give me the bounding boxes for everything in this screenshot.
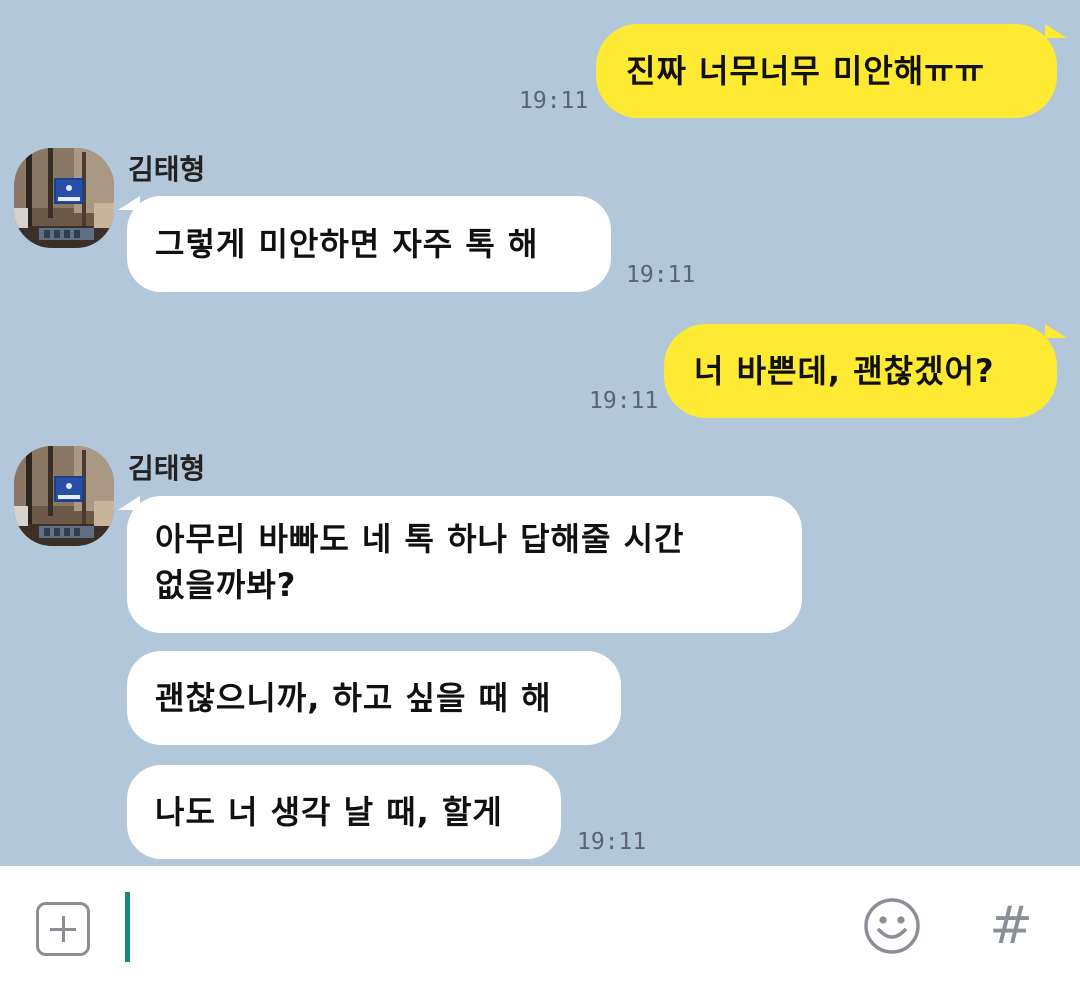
their-message-bubble[interactable]: 나도 너 생각 날 때, 할게	[127, 765, 561, 859]
message-time: 19:11	[577, 829, 647, 855]
avatar-image	[14, 446, 114, 546]
message-text: 나도 너 생각 날 때, 할게	[155, 793, 503, 831]
message-text: 그렇게 미안하면 자주 톡 해	[155, 225, 539, 263]
message-text-line: 아무리 바빠도 네 톡 하나 답해줄 시간	[155, 520, 685, 558]
text-cursor	[125, 892, 130, 962]
hash-icon[interactable]: #	[986, 896, 1036, 956]
smiley-icon[interactable]	[862, 896, 922, 956]
message-time: 19:11	[626, 262, 696, 288]
avatar[interactable]	[14, 446, 114, 546]
message-text-line: 없을까봐?	[155, 566, 297, 604]
sender-name: 김태형	[128, 452, 206, 485]
sender-name: 김태형	[128, 153, 206, 186]
their-message-bubble[interactable]: 아무리 바빠도 네 톡 하나 답해줄 시간 없을까봐?	[127, 496, 802, 633]
bubble-tail	[1045, 24, 1067, 38]
their-message-bubble[interactable]: 그렇게 미안하면 자주 톡 해	[127, 196, 611, 292]
avatar[interactable]	[14, 148, 114, 248]
their-message-bubble[interactable]: 괜찮으니까, 하고 싶을 때 해	[127, 651, 621, 745]
bubble-tail	[1045, 324, 1067, 338]
chat-area[interactable]: 진짜 너무너무 미안해ㅠㅠ 19:11 김태형 그렇게 미안하면 자주 톡 해 …	[0, 0, 1080, 866]
plus-square-icon[interactable]	[36, 902, 90, 956]
my-message-bubble[interactable]: 너 바쁜데, 괜찮겠어?	[664, 324, 1057, 418]
message-text: 너 바쁜데, 괜찮겠어?	[694, 352, 995, 390]
message-time: 19:11	[589, 388, 659, 414]
message-time: 19:11	[519, 88, 589, 114]
message-input[interactable]	[132, 886, 836, 968]
message-text: 괜찮으니까, 하고 싶을 때 해	[155, 679, 552, 717]
my-message-bubble[interactable]: 진짜 너무너무 미안해ㅠㅠ	[596, 24, 1057, 118]
avatar-image	[14, 148, 114, 248]
message-text: 진짜 너무너무 미안해ㅠㅠ	[626, 52, 986, 90]
